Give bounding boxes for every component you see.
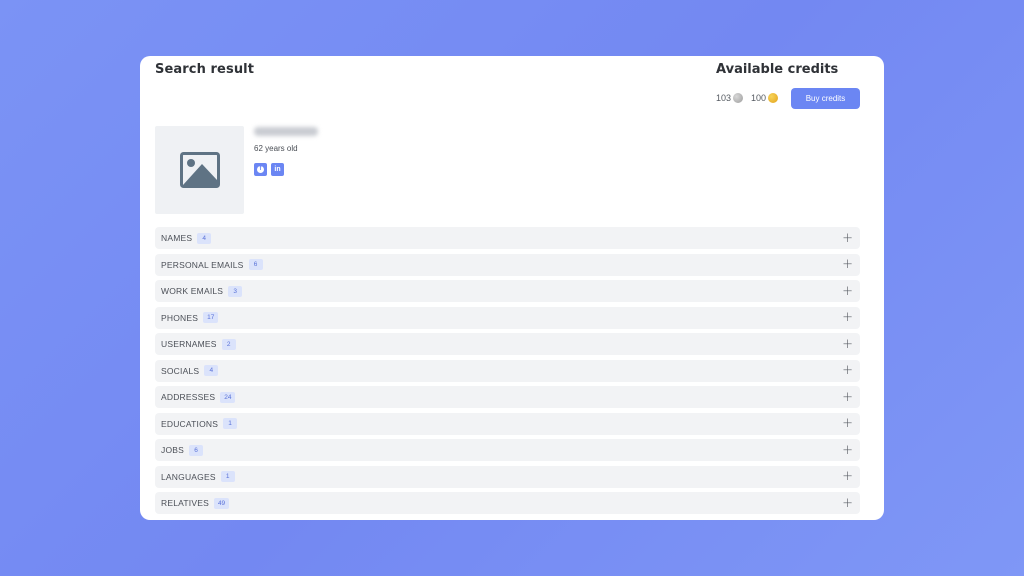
section-personal-emails[interactable]: PERSONAL EMAILS 6 + — [155, 253, 860, 276]
expand-plus-icon[interactable]: + — [842, 311, 853, 324]
profile-name-redacted — [254, 127, 318, 136]
buy-credits-button[interactable]: Buy credits — [791, 88, 860, 109]
count-badge: 4 — [204, 365, 219, 376]
count-badge: 1 — [220, 471, 235, 482]
section-relatives[interactable]: RELATIVES 49 + — [155, 492, 860, 514]
expand-plus-icon[interactable]: + — [842, 258, 853, 271]
profile-age: 62 years old — [254, 144, 298, 153]
linkedin-icon: in — [274, 166, 281, 173]
facebook-icon: f — [257, 166, 264, 173]
section-jobs[interactable]: JOBS 6 + — [155, 439, 860, 461]
count-badge: 6 — [189, 444, 204, 456]
silver-coin-icon — [733, 93, 744, 103]
section-usernames[interactable]: USERNAMES 2 + — [155, 333, 860, 355]
section-label: RELATIVES — [161, 498, 209, 508]
expand-plus-icon[interactable]: + — [842, 364, 853, 377]
section-label: LANGUAGES — [161, 471, 216, 482]
expand-plus-icon[interactable]: + — [842, 338, 853, 351]
count-badge: 49 — [213, 497, 230, 509]
section-addresses[interactable]: ADDRESSES 24 + — [155, 386, 860, 408]
count-badge: 24 — [220, 391, 236, 403]
expand-plus-icon[interactable]: + — [842, 285, 853, 298]
section-languages[interactable]: LANGUAGES 1 + — [155, 465, 860, 488]
count-badge: 3 — [228, 285, 243, 297]
expand-plus-icon[interactable]: + — [842, 232, 853, 245]
silver-credits: 103 — [716, 93, 744, 103]
page-title: Search result — [155, 62, 255, 77]
expand-plus-icon[interactable]: + — [842, 417, 853, 430]
section-names[interactable]: NAMES 4 + — [155, 227, 860, 249]
count-badge: 6 — [248, 259, 263, 270]
section-label: ADDRESSES — [161, 392, 216, 402]
linkedin-link[interactable]: in — [271, 163, 284, 176]
section-label: PERSONAL EMAILS — [161, 259, 244, 270]
result-sections: NAMES 4 + PERSONAL EMAILS 6 + WORK EMAILS 3 + PHO… — [155, 227, 860, 519]
section-label: EDUCATIONS — [161, 418, 219, 429]
section-work-emails[interactable]: WORK EMAILS 3 + — [155, 280, 860, 302]
section-phones[interactable]: PHONES 17 + — [155, 306, 860, 329]
gold-credits-count: 100 — [751, 93, 767, 103]
count-badge: 2 — [221, 338, 236, 350]
silver-credits-count: 103 — [716, 93, 732, 103]
expand-plus-icon[interactable]: + — [842, 470, 853, 483]
profile-photo-placeholder — [155, 126, 244, 214]
social-links: f in — [254, 163, 284, 176]
expand-plus-icon[interactable]: + — [842, 497, 853, 510]
expand-plus-icon[interactable]: + — [842, 391, 853, 404]
section-label: NAMES — [161, 233, 193, 243]
section-educations[interactable]: EDUCATIONS 1 + — [155, 412, 860, 435]
count-badge: 17 — [203, 312, 219, 323]
search-result-card: Search result Available credits 103 100 … — [140, 56, 884, 520]
section-label: JOBS — [161, 445, 185, 455]
image-placeholder-icon — [179, 152, 220, 188]
section-socials[interactable]: SOCIALS 4 + — [155, 359, 860, 382]
count-badge: 4 — [197, 232, 212, 244]
section-label: WORK EMAILS — [161, 286, 224, 296]
count-badge: 1 — [223, 418, 238, 429]
section-label: SOCIALS — [161, 365, 200, 376]
credits-title: Available credits — [716, 62, 839, 77]
expand-plus-icon[interactable]: + — [842, 444, 853, 457]
section-label: USERNAMES — [161, 339, 217, 349]
gold-coin-icon — [768, 93, 779, 103]
facebook-link[interactable]: f — [254, 163, 267, 176]
gold-credits: 100 — [751, 93, 779, 103]
section-label: PHONES — [161, 312, 199, 323]
credits-balance: 103 100 — [716, 88, 786, 108]
